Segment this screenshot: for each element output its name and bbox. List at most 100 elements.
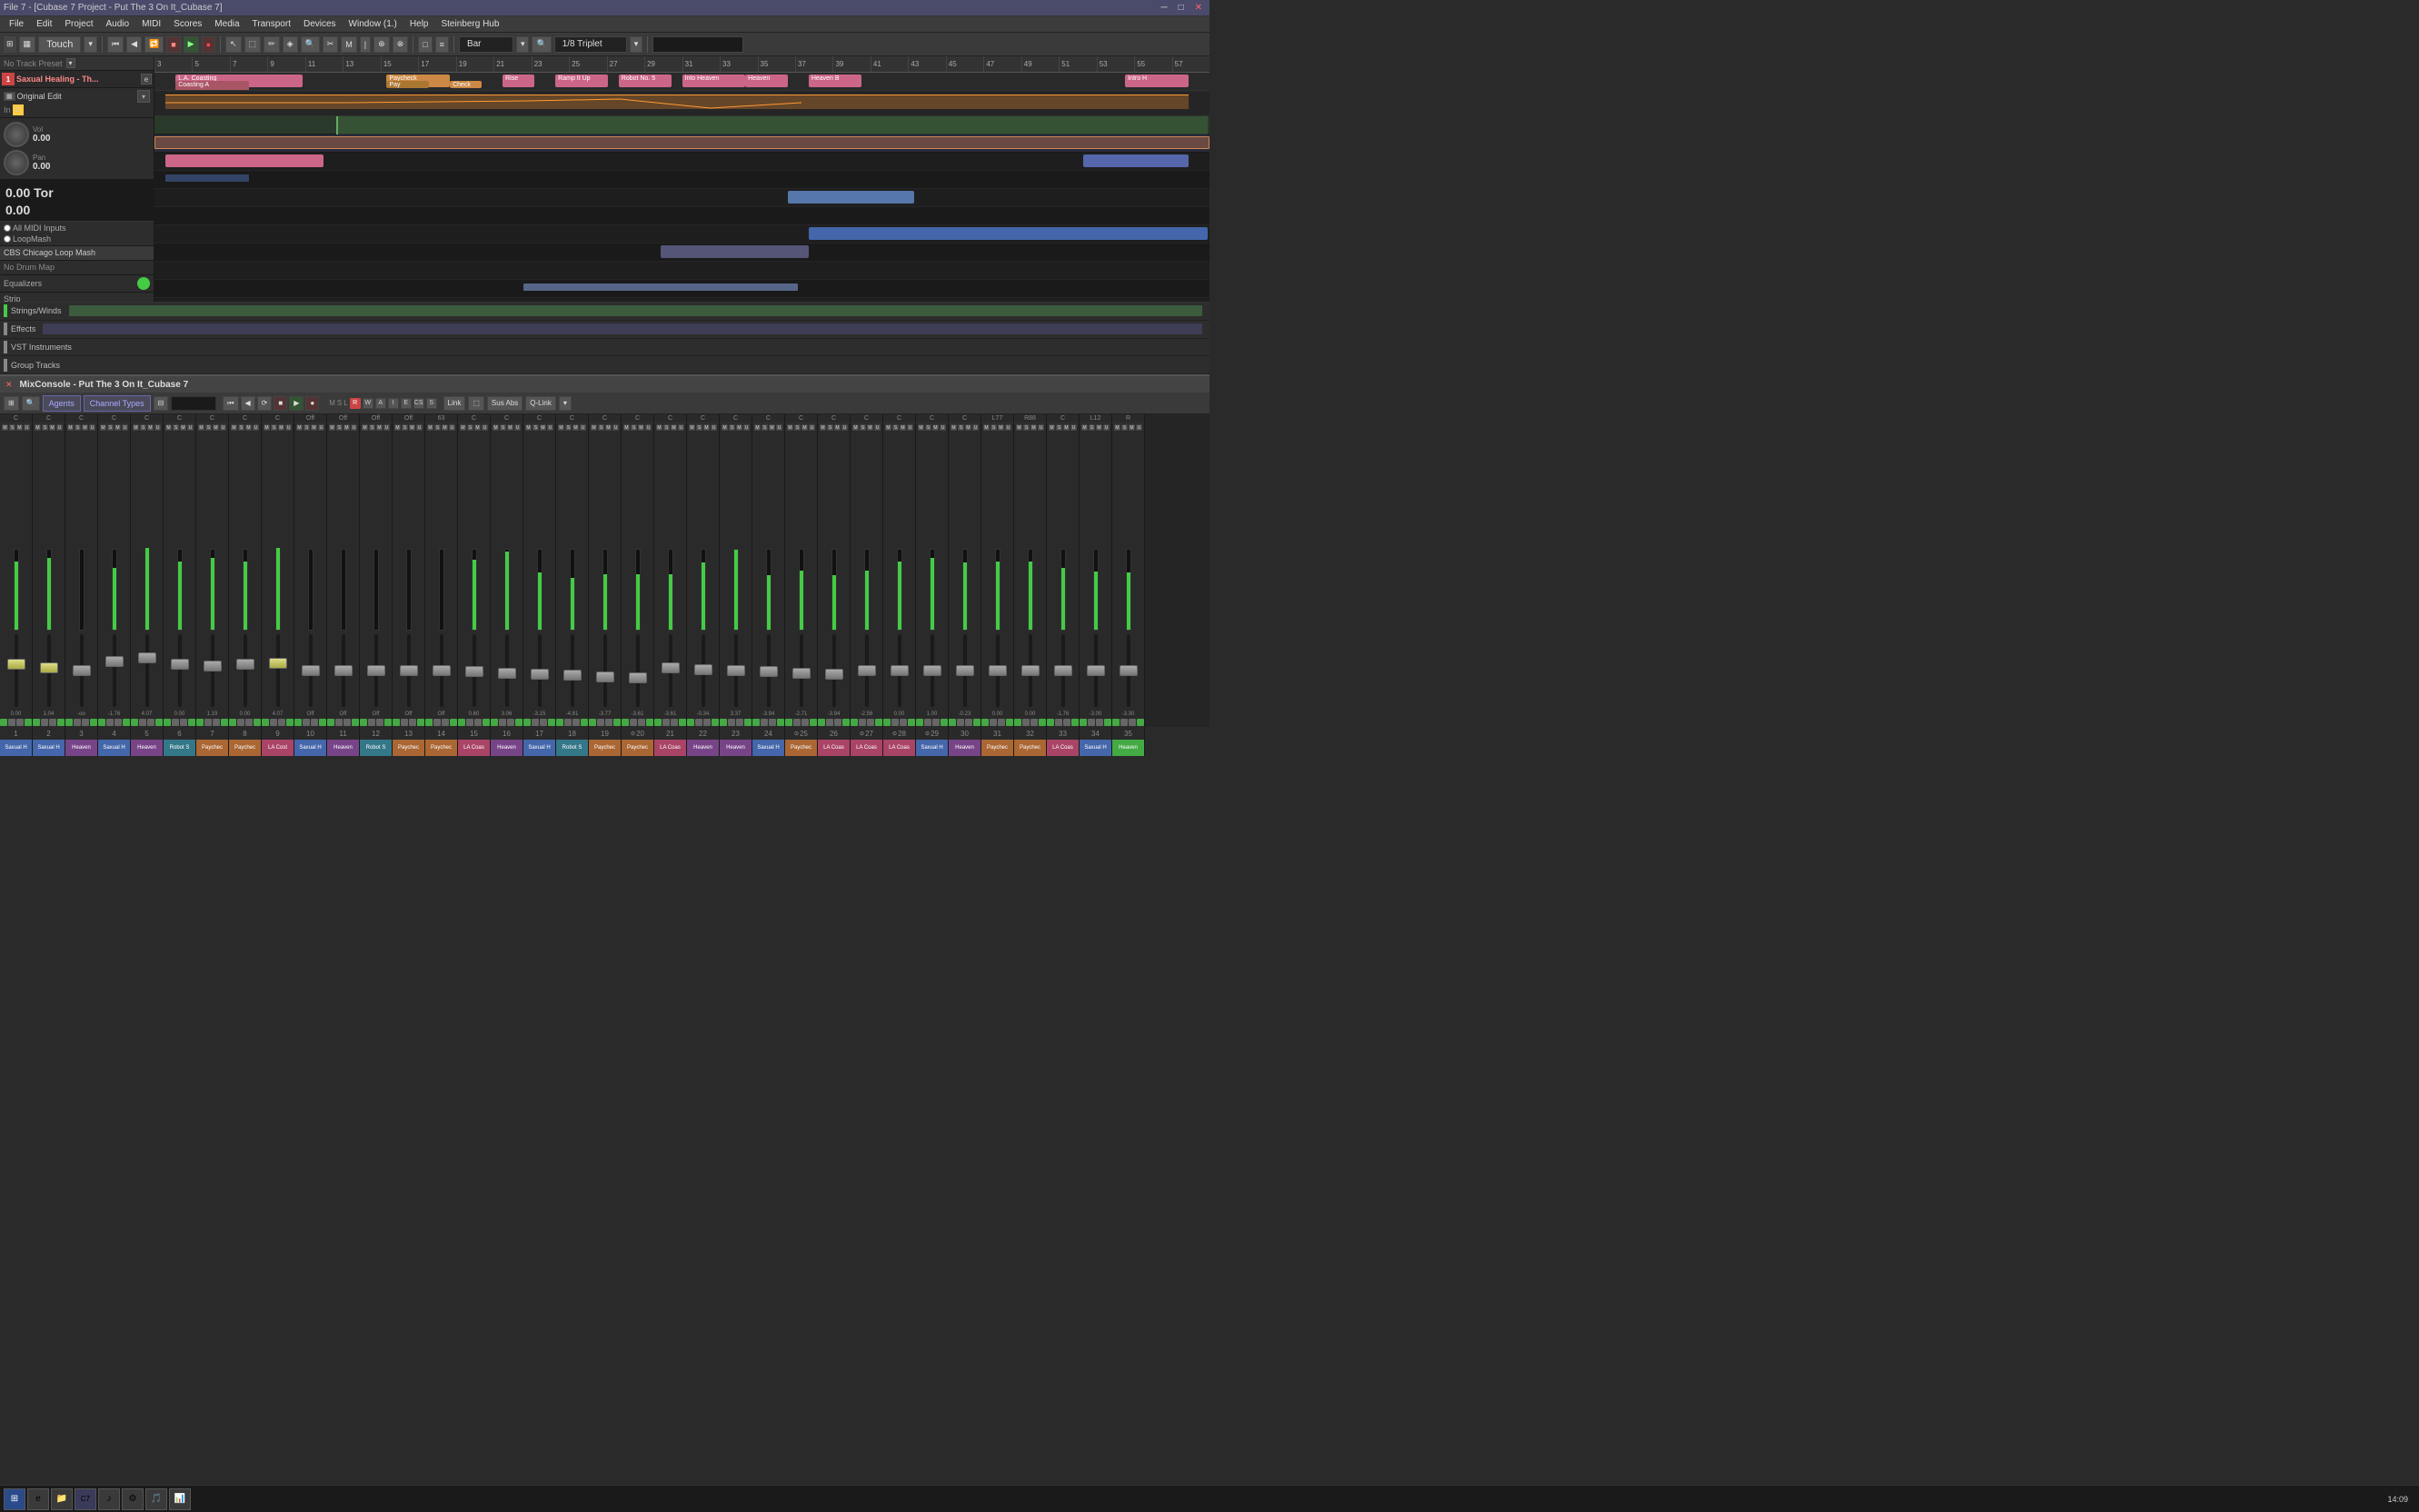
transport-cycle-btn[interactable]: 🔁 (144, 36, 164, 53)
fader-knob-1[interactable] (7, 659, 25, 670)
channel-btn-13-3[interactable] (417, 719, 424, 726)
channel-btn-34-3[interactable] (1104, 719, 1111, 726)
channel-btn-12-3[interactable] (384, 719, 392, 726)
fader-knob-28[interactable] (891, 665, 909, 676)
menu-devices[interactable]: Devices (298, 18, 342, 30)
cut-tool-btn[interactable]: ✂ (323, 36, 339, 53)
mix-console-close-icon[interactable]: ✕ (5, 380, 13, 390)
section-robot[interactable]: Robot No. 5 (619, 75, 672, 87)
mix-channel-types-btn[interactable]: Channel Types (84, 395, 151, 412)
channel-btn-24-2[interactable] (769, 719, 776, 726)
snap-type-btn[interactable]: ≡ (435, 36, 449, 53)
zoom-tool-btn[interactable]: 🔍 (301, 36, 320, 53)
channel-btn-22-3[interactable] (712, 719, 719, 726)
fader-knob-33[interactable] (1054, 665, 1072, 676)
section-intro-h[interactable]: Intro H (1125, 75, 1189, 87)
channel-btn-15-0[interactable] (458, 719, 465, 726)
fader-knob-2[interactable] (40, 662, 58, 673)
section-rise[interactable]: Rise (503, 75, 534, 87)
channel-btn-23-3[interactable] (744, 719, 752, 726)
channel-btn-4-0[interactable] (98, 719, 105, 726)
fader-knob-10[interactable] (302, 665, 320, 676)
draw-tool-btn[interactable]: ✏ (264, 36, 280, 53)
channel-btn-32-0[interactable] (1014, 719, 1021, 726)
channel-btn-19-3[interactable] (613, 719, 621, 726)
channel-btn-6-2[interactable] (180, 719, 187, 726)
channel-btn-9-2[interactable] (278, 719, 285, 726)
channel-btn-1-0[interactable] (0, 719, 7, 726)
channel-btn-9-1[interactable] (270, 719, 277, 726)
channel-btn-13-1[interactable] (401, 719, 408, 726)
channel-btn-2-1[interactable] (41, 719, 48, 726)
channel-btn-22-2[interactable] (703, 719, 711, 726)
channel-btn-21-0[interactable] (654, 719, 662, 726)
mix-back-btn[interactable]: ◀ (241, 396, 255, 411)
channel-btn-11-1[interactable] (335, 719, 343, 726)
channel-btn-18-0[interactable] (556, 719, 563, 726)
channel-btn-21-2[interactable] (671, 719, 678, 726)
channel-btn-31-0[interactable] (981, 719, 989, 726)
loops-clip[interactable] (154, 136, 1210, 149)
fader-knob-31[interactable] (989, 665, 1007, 676)
channel-btn-14-1[interactable] (433, 719, 441, 726)
channel-btn-28-2[interactable] (900, 719, 907, 726)
section-heaven[interactable]: Heaven (745, 75, 787, 87)
menu-project[interactable]: Project (59, 18, 98, 30)
channel-btn-4-3[interactable] (123, 719, 130, 726)
channel-btn-16-0[interactable] (491, 719, 498, 726)
channel-btn-33-3[interactable] (1071, 719, 1079, 726)
channel-btn-14-3[interactable] (450, 719, 457, 726)
channel-btn-20-2[interactable] (638, 719, 645, 726)
section-coasting-a[interactable]: Coasting A (175, 81, 249, 91)
taskbar-app3-btn[interactable]: ⚙ (122, 1488, 144, 1510)
mix-q-link-btn[interactable]: Q-Link (525, 396, 556, 411)
channel-btn-16-3[interactable] (515, 719, 523, 726)
channel-btn-7-1[interactable] (204, 719, 212, 726)
channel-btn-28-1[interactable] (891, 719, 899, 726)
clip-paycheck-scratch[interactable] (523, 284, 798, 291)
channel-btn-27-2[interactable] (867, 719, 874, 726)
channel-btn-25-2[interactable] (801, 719, 809, 726)
channel-btn-23-0[interactable] (720, 719, 727, 726)
channel-btn-27-0[interactable] (851, 719, 858, 726)
channel-btn-33-1[interactable] (1055, 719, 1062, 726)
channel-btn-30-0[interactable] (949, 719, 956, 726)
fader-knob-26[interactable] (825, 669, 843, 680)
channel-btn-6-0[interactable] (164, 719, 171, 726)
fader-knob-17[interactable] (531, 669, 549, 680)
mix-r-btn[interactable]: R (350, 398, 361, 409)
channel-btn-28-0[interactable] (883, 719, 891, 726)
channel-btn-24-3[interactable] (777, 719, 784, 726)
channel-btn-2-2[interactable] (49, 719, 56, 726)
fader-knob-24[interactable] (760, 666, 778, 677)
channel-btn-25-0[interactable] (785, 719, 792, 726)
fader-knob-18[interactable] (563, 670, 582, 681)
channel-btn-31-1[interactable] (990, 719, 997, 726)
channel-btn-19-1[interactable] (597, 719, 604, 726)
menu-window[interactable]: Window (1.) (343, 18, 403, 30)
taskbar-app2-btn[interactable]: ♪ (98, 1488, 120, 1510)
taskbar-ie-btn[interactable]: e (27, 1488, 49, 1510)
channel-btn-29-2[interactable] (932, 719, 940, 726)
mix-e-btn[interactable]: E (401, 398, 412, 409)
channel-btn-8-0[interactable] (229, 719, 236, 726)
mix-stop-btn[interactable]: ■ (274, 396, 287, 411)
channel-btn-17-2[interactable] (540, 719, 547, 726)
win-maximize[interactable]: □ (1175, 3, 1188, 13)
channel-btn-33-0[interactable] (1047, 719, 1054, 726)
transport-record-btn[interactable]: ● (202, 36, 215, 53)
fader-knob-35[interactable] (1120, 665, 1138, 676)
channel-btn-11-2[interactable] (343, 719, 351, 726)
select-tool-btn[interactable]: ↖ (225, 36, 242, 53)
channel-btn-29-0[interactable] (916, 719, 923, 726)
snap-off-btn[interactable]: □ (418, 36, 432, 53)
channel-btn-5-0[interactable] (131, 719, 138, 726)
menu-scores[interactable]: Scores (168, 18, 207, 30)
channel-btn-8-2[interactable] (245, 719, 253, 726)
group-tracks-track[interactable]: Group Tracks (0, 356, 1210, 374)
channel-btn-33-2[interactable] (1063, 719, 1070, 726)
channel-btn-1-2[interactable] (16, 719, 24, 726)
clip-conga-long[interactable] (809, 227, 1208, 240)
channel-btn-7-0[interactable] (196, 719, 204, 726)
channel-btn-31-3[interactable] (1006, 719, 1013, 726)
